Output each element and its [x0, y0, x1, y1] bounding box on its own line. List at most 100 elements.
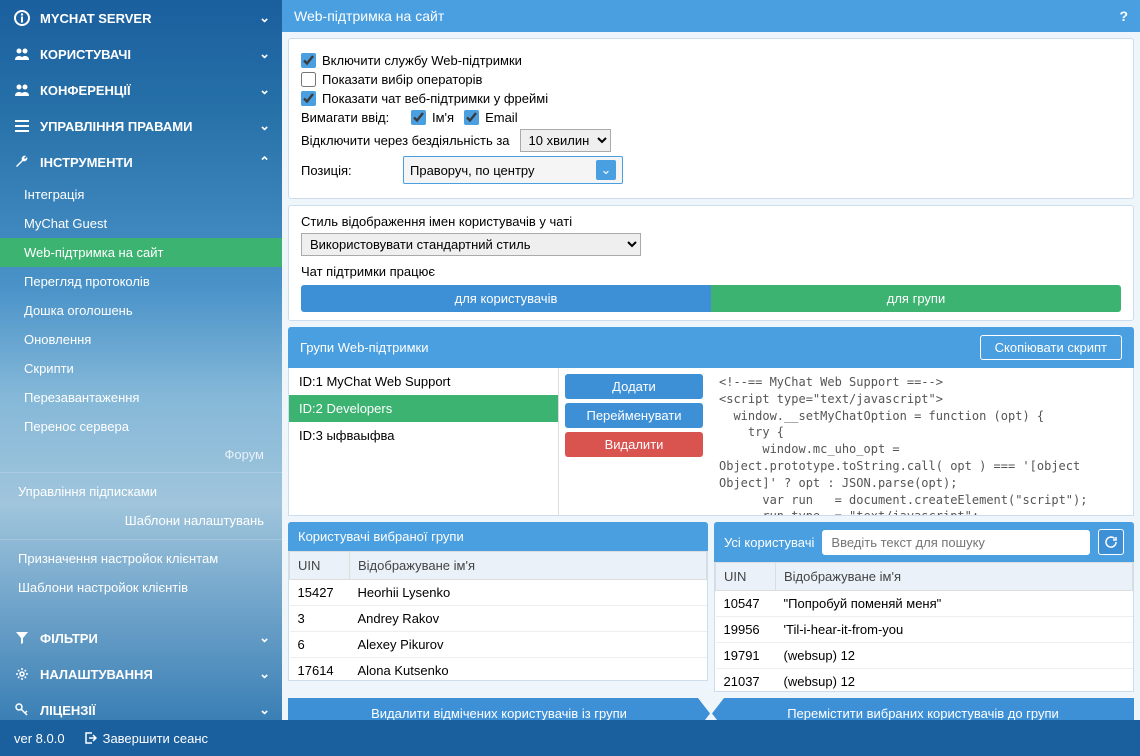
label: Включити службу Web-підтримки	[322, 53, 522, 68]
idle-select[interactable]: 10 хвилин	[520, 129, 611, 152]
copy-script-button[interactable]: Скопіювати скрипт	[980, 335, 1122, 360]
all-users-col: Усі користувачі UINВідображуване ім'я 10…	[714, 522, 1134, 692]
key-icon	[12, 703, 32, 717]
sb-users[interactable]: КОРИСТУВАЧІ ⌄	[0, 36, 282, 72]
add-button[interactable]: Додати	[565, 374, 703, 399]
group-item[interactable]: ID:2 Developers	[289, 395, 558, 422]
sb-sub-reboot[interactable]: Перезавантаження	[0, 383, 282, 412]
sb-settings[interactable]: НАЛАШТУВАННЯ ⌄	[0, 656, 282, 692]
forum-link[interactable]: Форум	[0, 441, 282, 468]
chevron-down-icon: ⌄	[259, 82, 270, 98]
selected-users-table: UINВідображуване ім'я 15427Heorhii Lysen…	[289, 551, 707, 681]
label: Завершити сеанс	[103, 731, 208, 746]
sb-sub-integration[interactable]: Інтеграція	[0, 180, 282, 209]
table-row[interactable]: 3Andrey Rakov	[290, 606, 707, 632]
group-buttons: Додати Перейменувати Видалити	[559, 368, 709, 515]
search-input[interactable]	[822, 530, 1090, 555]
sb-sub-update[interactable]: Оновлення	[0, 325, 282, 354]
for-group-tab[interactable]: для групи	[711, 285, 1121, 312]
sb-subscriptions[interactable]: Управління підписками	[0, 477, 282, 506]
sb-tools[interactable]: ІНСТРУМЕНТИ ⌃	[0, 144, 282, 180]
table-row[interactable]: 6Alexey Pikurov	[290, 632, 707, 658]
sb-sub-protocols[interactable]: Перегляд протоколів	[0, 267, 282, 296]
delete-button[interactable]: Видалити	[565, 432, 703, 457]
help-button[interactable]: ?	[1119, 8, 1128, 24]
sidebar: MYCHAT SERVER ⌄ КОРИСТУВАЧІ ⌄ КОНФЕРЕНЦІ…	[0, 0, 282, 720]
require-label: Вимагати ввід:	[301, 110, 401, 125]
main-panel: Web-підтримка на сайт ? Включити службу …	[282, 0, 1140, 720]
sb-sub-transfer[interactable]: Перенос сервера	[0, 412, 282, 441]
label: ІНСТРУМЕНТИ	[40, 155, 133, 170]
table-row[interactable]: 17614Alona Kutsenko	[290, 658, 707, 682]
logout-button[interactable]: Завершити сеанс	[83, 731, 208, 746]
sb-sub-websupport[interactable]: Web-підтримка на сайт	[0, 238, 282, 267]
groups-header: Групи Web-підтримки Скопіювати скрипт	[288, 327, 1134, 368]
chevron-down-icon: ⌄	[259, 666, 270, 682]
sel-title: Користувачі вибраної групи	[298, 529, 464, 544]
table-row[interactable]: 10547"Попробуй поменяй меня"	[716, 591, 1133, 617]
sb-client-templates[interactable]: Шаблони настройок клієнтів	[0, 573, 282, 602]
label: ЛІЦЕНЗІЇ	[40, 703, 96, 718]
style-block: Стиль відображення імен користувачів у ч…	[288, 205, 1134, 321]
col-uin: UIN	[716, 563, 776, 591]
enable-checkbox[interactable]: Включити службу Web-підтримки	[301, 53, 522, 68]
idle-label: Відключити через бездіяльність за	[301, 133, 510, 148]
info-icon	[12, 10, 32, 26]
col-name: Відображуване ім'я	[776, 563, 1133, 591]
chevron-down-icon: ⌄	[596, 160, 616, 180]
panel-header: Web-підтримка на сайт ?	[282, 0, 1140, 32]
groups-title: Групи Web-підтримки	[300, 340, 428, 355]
showops-checkbox[interactable]: Показати вибір операторів	[301, 72, 482, 87]
sb-sub-board[interactable]: Дошка оголошень	[0, 296, 282, 325]
wrench-icon	[12, 154, 32, 170]
style-label: Стиль відображення імен користувачів у ч…	[301, 214, 1121, 229]
label: УПРАВЛІННЯ ПРАВАМИ	[40, 119, 192, 134]
move-users-button[interactable]: Перемістити вибраних користувачів до гру…	[712, 698, 1134, 720]
showframe-checkbox[interactable]: Показати чат веб-підтримки у фреймі	[301, 91, 548, 106]
for-users-tab[interactable]: для користувачів	[301, 285, 711, 312]
all-title: Усі користувачі	[724, 535, 814, 550]
col-uin: UIN	[290, 552, 350, 580]
remove-users-button[interactable]: Видалити відмічених користувачів із груп…	[288, 698, 710, 720]
label: КОРИСТУВАЧІ	[40, 47, 131, 62]
selected-users-col: Користувачі вибраної групи UINВідображув…	[288, 522, 708, 692]
gear-icon	[12, 667, 32, 681]
groups-body: ID:1 MyChat Web Support ID:2 Developers …	[288, 368, 1134, 516]
sb-mychat-server[interactable]: MYCHAT SERVER ⌄	[0, 0, 282, 36]
sb-sub-guest[interactable]: MyChat Guest	[0, 209, 282, 238]
group-item[interactable]: ID:3 ыфваыфва	[289, 422, 558, 449]
table-row[interactable]: 19791(websup) 12	[716, 643, 1133, 669]
sb-filters[interactable]: ФІЛЬТРИ ⌄	[0, 620, 282, 656]
table-row[interactable]: 21037(websup) 12	[716, 669, 1133, 693]
footer: ver 8.0.0 Завершити сеанс	[0, 720, 1140, 756]
chat-icon	[12, 82, 32, 98]
table-row[interactable]: 15427Heorhii Lysenko	[290, 580, 707, 606]
name-checkbox[interactable]: Ім'я	[411, 110, 454, 125]
chevron-down-icon: ⌄	[259, 630, 270, 646]
col-name: Відображуване ім'я	[350, 552, 707, 580]
label: Показати чат веб-підтримки у фреймі	[322, 91, 548, 106]
rename-button[interactable]: Перейменувати	[565, 403, 703, 428]
sb-sub-scripts[interactable]: Скрипти	[0, 354, 282, 383]
sb-client-settings[interactable]: Призначення настройок клієнтам	[0, 544, 282, 573]
group-list: ID:1 MyChat Web Support ID:2 Developers …	[289, 368, 559, 515]
position-select[interactable]: Праворуч, по центру ⌄	[403, 156, 623, 184]
users-icon	[12, 46, 32, 62]
style-select[interactable]: Використовувати стандартний стиль	[301, 233, 641, 256]
sb-licenses[interactable]: ЛІЦЕНЗІЇ ⌄	[0, 692, 282, 720]
sb-conferences[interactable]: КОНФЕРЕНЦІЇ ⌄	[0, 72, 282, 108]
logout-icon	[83, 731, 97, 745]
refresh-button[interactable]	[1098, 529, 1124, 555]
label: ФІЛЬТРИ	[40, 631, 98, 646]
label: Email	[485, 110, 518, 125]
label: НАЛАШТУВАННЯ	[40, 667, 153, 682]
page-title: Web-підтримка на сайт	[294, 8, 444, 24]
label: Ім'я	[432, 110, 454, 125]
all-users-table: UINВідображуване ім'я 10547"Попробуй пом…	[715, 562, 1133, 692]
works-label: Чат підтримки працює	[301, 264, 1121, 279]
sb-rights[interactable]: УПРАВЛІННЯ ПРАВАМИ ⌄	[0, 108, 282, 144]
email-checkbox[interactable]: Email	[464, 110, 518, 125]
table-row[interactable]: 19956'Til-i-hear-it-from-you	[716, 617, 1133, 643]
group-item[interactable]: ID:1 MyChat Web Support	[289, 368, 558, 395]
sb-templates[interactable]: Шаблони налаштувань	[0, 506, 282, 535]
